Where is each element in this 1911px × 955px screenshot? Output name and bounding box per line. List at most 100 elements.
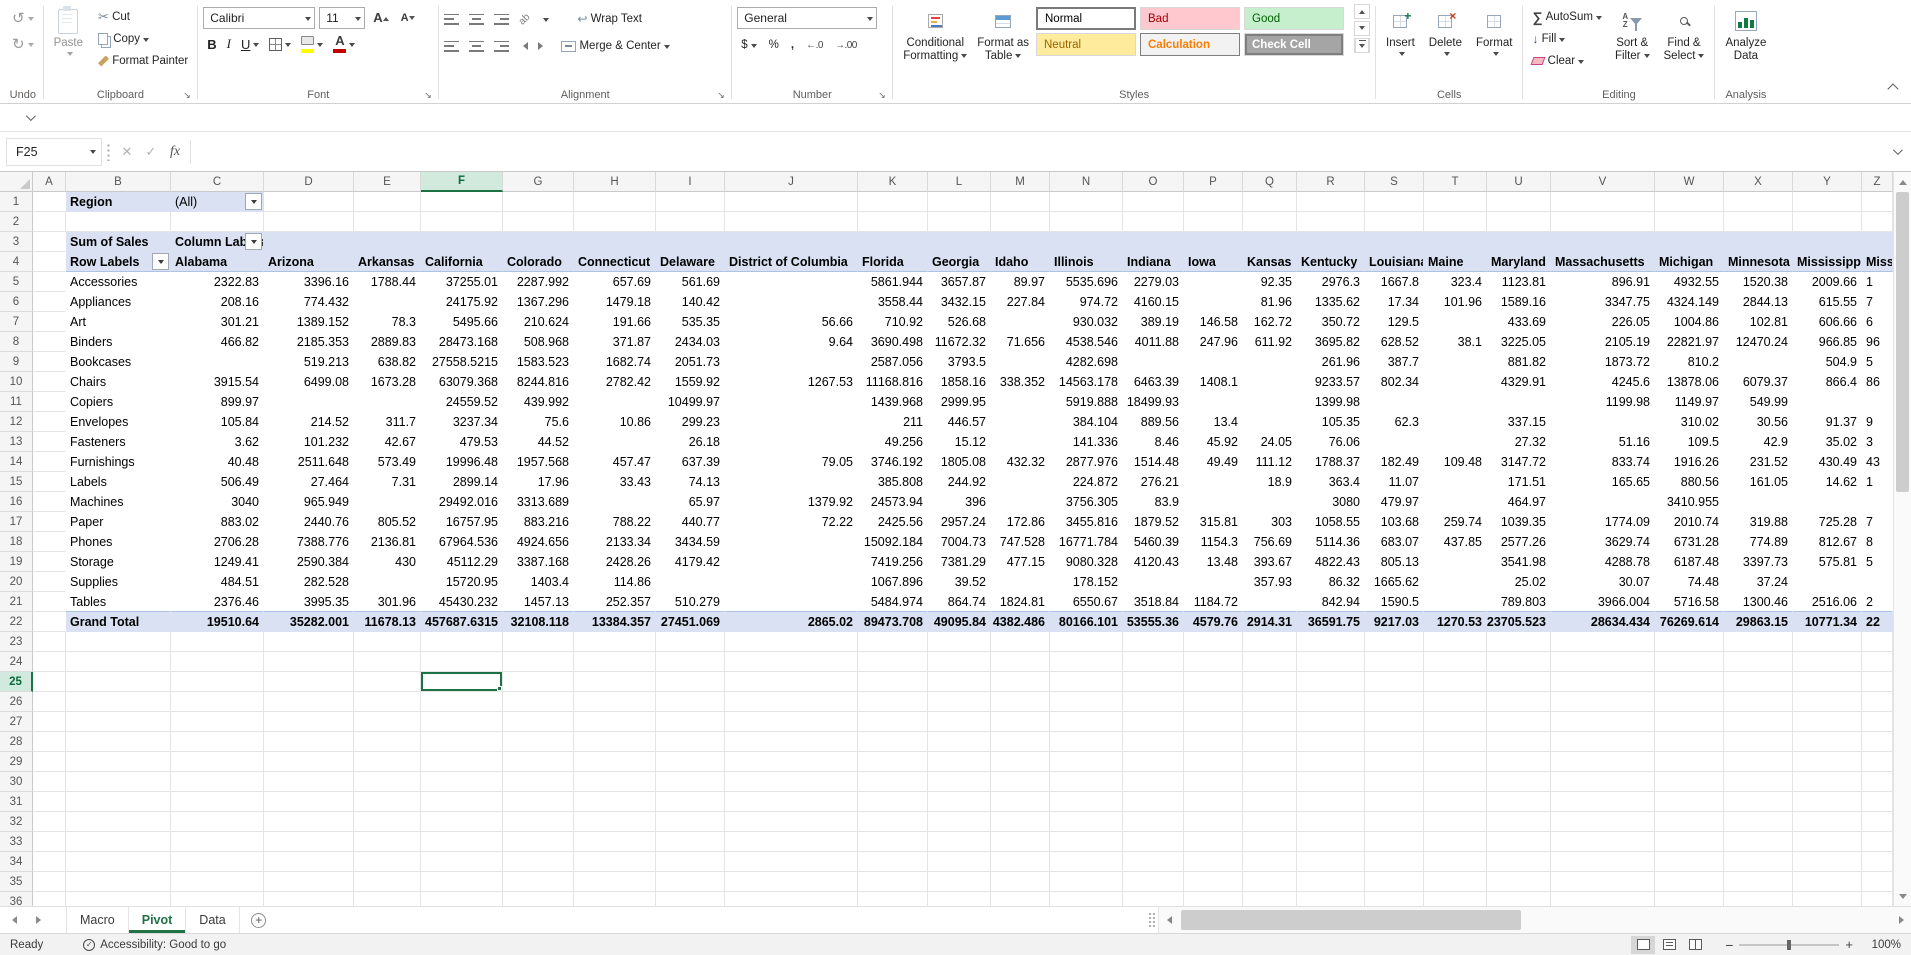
cell-H30[interactable] [574,772,656,792]
increase-indent-icon[interactable] [538,42,547,50]
cell-Y6[interactable]: 615.55 [1793,292,1862,312]
cell-Y33[interactable] [1793,832,1862,852]
cell-E1[interactable] [354,192,421,212]
cell-K1[interactable] [858,192,928,212]
cell-X6[interactable]: 2844.13 [1724,292,1793,312]
cell-X25[interactable] [1724,672,1793,692]
cell-R13[interactable]: 76.06 [1297,432,1365,452]
cell-K35[interactable] [858,872,928,892]
cell-R14[interactable]: 1788.37 [1297,452,1365,472]
cell-T12[interactable] [1424,412,1487,432]
cell-L15[interactable]: 244.92 [928,472,991,492]
cell-N7[interactable]: 930.032 [1050,312,1123,332]
cell-Q31[interactable] [1243,792,1297,812]
cell-W6[interactable]: 4324.149 [1655,292,1724,312]
column-header-G[interactable]: G [503,172,574,192]
view-page-layout-button[interactable] [1657,936,1681,954]
cell-J6[interactable] [725,292,858,312]
cell-Y25[interactable] [1793,672,1862,692]
cell-Y26[interactable] [1793,692,1862,712]
cell-K3[interactable] [858,232,928,252]
cell-E13[interactable]: 42.67 [354,432,421,452]
cell-F28[interactable] [421,732,503,752]
row-header-30[interactable]: 30 [0,772,33,792]
cell-X30[interactable] [1724,772,1793,792]
cell-U33[interactable] [1487,832,1551,852]
enter-icon[interactable]: ✓ [139,139,163,165]
cell-Z16[interactable] [1862,492,1893,512]
column-header-A[interactable]: A [33,172,66,192]
cell-T3[interactable] [1424,232,1487,252]
cell-N26[interactable] [1050,692,1123,712]
cell-Q3[interactable] [1243,232,1297,252]
cell-G32[interactable] [503,812,574,832]
cell-R36[interactable] [1297,892,1365,906]
cell-C5[interactable]: 2322.83 [171,272,264,292]
row-header-22[interactable]: 22 [0,612,33,632]
cell-Q13[interactable]: 24.05 [1243,432,1297,452]
cell-B15[interactable]: Labels [66,472,171,492]
cell-I22[interactable]: 27451.069 [656,612,725,632]
style-cell-neutral[interactable]: Neutral [1036,33,1136,56]
align-right-icon[interactable] [494,40,510,52]
cell-S7[interactable]: 129.5 [1365,312,1424,332]
cell-G33[interactable] [503,832,574,852]
cell-G11[interactable]: 439.992 [503,392,574,412]
cell-F23[interactable] [421,632,503,652]
cell-E36[interactable] [354,892,421,906]
cell-G23[interactable] [503,632,574,652]
cell-G31[interactable] [503,792,574,812]
cell-H31[interactable] [574,792,656,812]
cell-A4[interactable] [33,252,66,272]
cell-S10[interactable]: 802.34 [1365,372,1424,392]
cell-I21[interactable]: 510.279 [656,592,725,612]
cell-E26[interactable] [354,692,421,712]
decrease-decimal-button[interactable]: → .00 [831,34,861,56]
cell-N19[interactable]: 9080.328 [1050,552,1123,572]
cell-U24[interactable] [1487,652,1551,672]
cell-S3[interactable] [1365,232,1424,252]
column-header-R[interactable]: R [1297,172,1365,192]
cell-P10[interactable]: 1408.1 [1184,372,1243,392]
cell-S2[interactable] [1365,212,1424,232]
cell-A14[interactable] [33,452,66,472]
cell-R15[interactable]: 363.4 [1297,472,1365,492]
cell-E7[interactable]: 78.3 [354,312,421,332]
borders-button[interactable] [265,33,295,55]
cell-X4[interactable]: Minnesota [1724,252,1793,272]
cell-M2[interactable] [991,212,1050,232]
cell-D35[interactable] [264,872,354,892]
cell-A35[interactable] [33,872,66,892]
cell-I32[interactable] [656,812,725,832]
align-center-icon[interactable] [469,40,485,52]
cell-N28[interactable] [1050,732,1123,752]
cell-C14[interactable]: 40.48 [171,452,264,472]
cell-A32[interactable] [33,812,66,832]
cell-G25[interactable] [503,672,574,692]
cell-P3[interactable] [1184,232,1243,252]
cell-Y15[interactable]: 14.62 [1793,472,1862,492]
cell-F4[interactable]: California [421,252,503,272]
cell-A9[interactable] [33,352,66,372]
cell-L3[interactable] [928,232,991,252]
cell-H17[interactable]: 788.22 [574,512,656,532]
increase-decimal-button[interactable]: ← .0 [802,34,827,56]
cell-S4[interactable]: Louisiana [1365,252,1424,272]
cell-B8[interactable]: Binders [66,332,171,352]
cell-G12[interactable]: 75.6 [503,412,574,432]
cell-E35[interactable] [354,872,421,892]
row-header-6[interactable]: 6 [0,292,33,312]
cell-Q4[interactable]: Kansas [1243,252,1297,272]
cell-Z21[interactable]: 2 [1862,592,1893,612]
autosum-button[interactable]: ∑ AutoSum [1528,6,1606,28]
cell-P32[interactable] [1184,812,1243,832]
cell-F6[interactable]: 24175.92 [421,292,503,312]
cell-Y17[interactable]: 725.28 [1793,512,1862,532]
row-header-26[interactable]: 26 [0,692,33,712]
cell-Y21[interactable]: 2516.06 [1793,592,1862,612]
cell-T4[interactable]: Maine [1424,252,1487,272]
cell-A19[interactable] [33,552,66,572]
fill-handle[interactable] [497,686,502,691]
cell-D22[interactable]: 35282.001 [264,612,354,632]
cell-K27[interactable] [858,712,928,732]
